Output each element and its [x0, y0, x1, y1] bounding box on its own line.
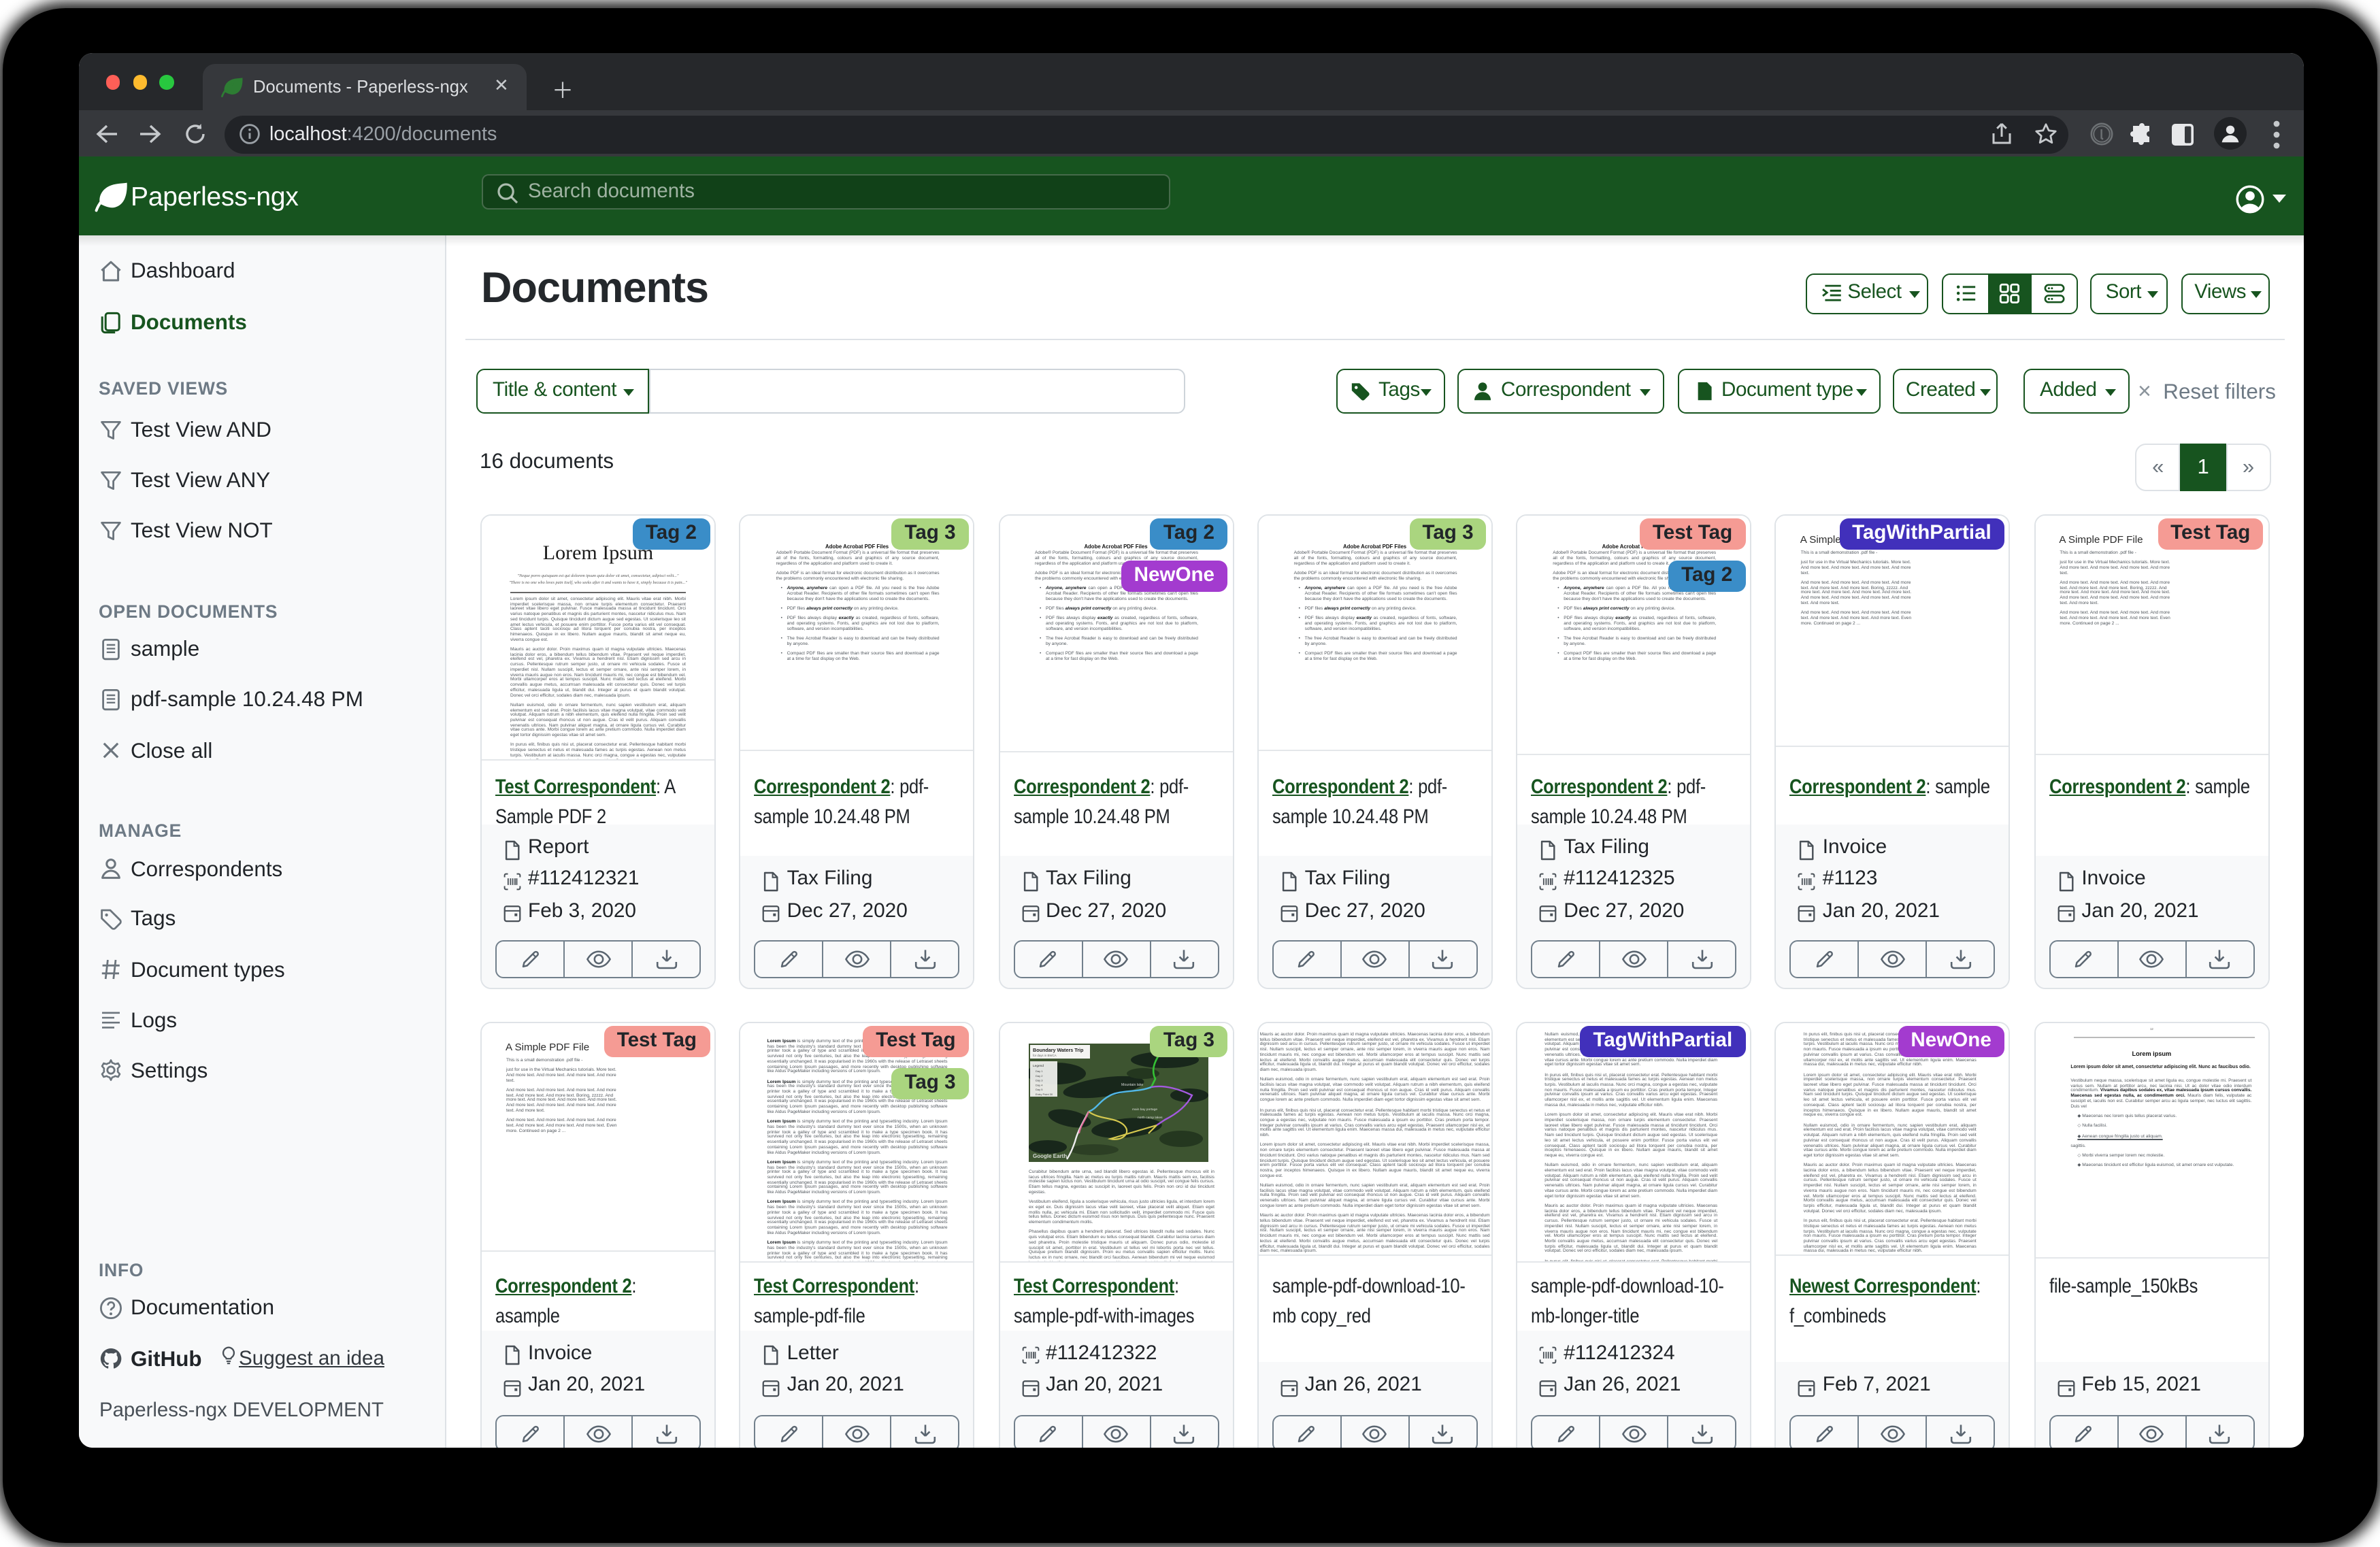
svg-text:Legend: Legend [1033, 1064, 1044, 1068]
svg-text:Day 1: Day 1 [1036, 1069, 1043, 1073]
svg-text:for days in BWCA: for days in BWCA [1033, 1054, 1057, 1057]
svg-text:Day 3: Day 3 [1036, 1079, 1043, 1082]
svg-text:north camp lakes: north camp lakes [1138, 1116, 1163, 1120]
svg-text:Entry Point 30: Entry Point 30 [1036, 1093, 1053, 1096]
svg-text:Google Earth: Google Earth [1033, 1153, 1067, 1159]
svg-text:Mountain lake: Mountain lake [1121, 1083, 1143, 1087]
svg-text:Day 5: Day 5 [1036, 1088, 1043, 1091]
svg-text:Day 4: Day 4 [1036, 1083, 1043, 1086]
svg-text:Boundary Waters Trip: Boundary Waters Trip [1033, 1047, 1084, 1053]
svg-text:Day 2: Day 2 [1036, 1074, 1043, 1078]
svg-text:main bay portage: main bay portage [1132, 1108, 1157, 1112]
